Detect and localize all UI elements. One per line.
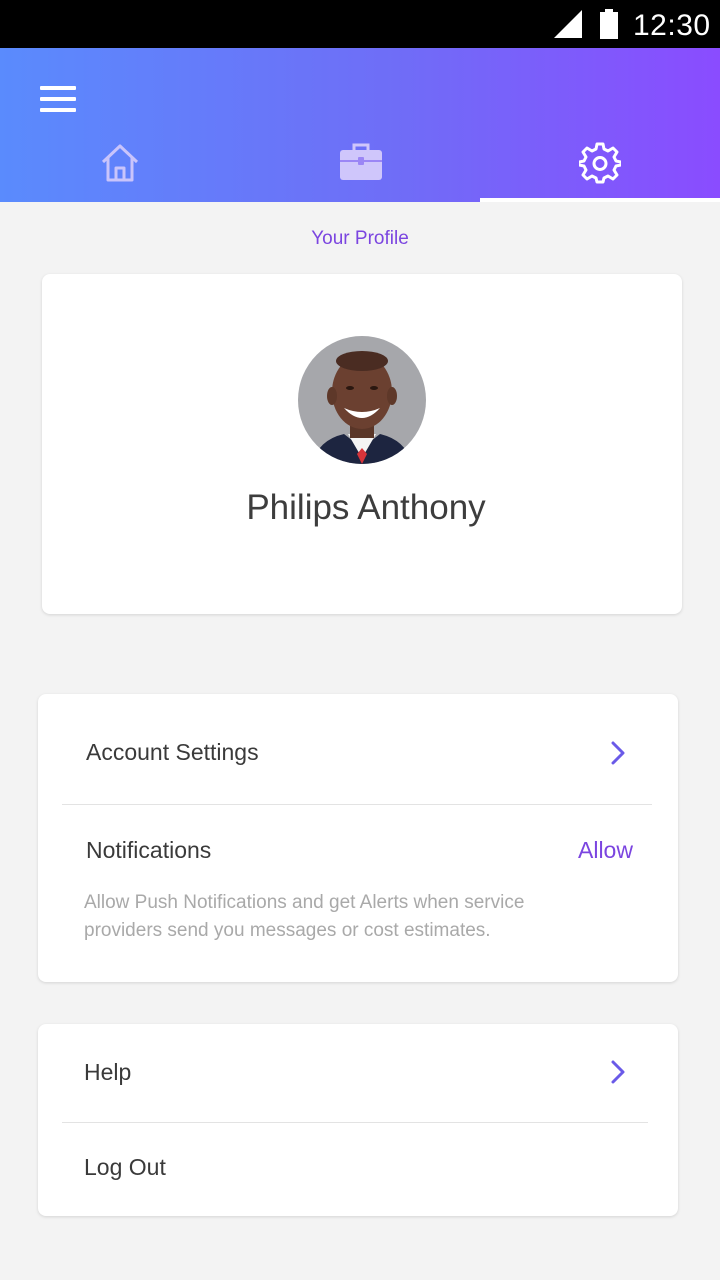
tab-work[interactable] [240, 140, 480, 202]
help-label: Help [84, 1059, 132, 1085]
tab-settings[interactable] [480, 140, 720, 202]
notifications-label: Notifications [86, 837, 212, 863]
briefcase-icon [340, 143, 382, 180]
avatar [298, 336, 426, 464]
profile-card: Philips Anthony [42, 274, 682, 614]
home-icon [101, 144, 139, 182]
signal-icon [554, 10, 582, 38]
profile-name: Philips Anthony [246, 488, 486, 527]
gear-icon [579, 142, 621, 184]
chevron-right-icon[interactable] [610, 740, 626, 766]
status-bar: 12:30 [0, 0, 720, 48]
hamburger-menu-icon[interactable] [40, 86, 76, 112]
notifications-description: Allow Push Notifications and get Alerts … [84, 892, 525, 941]
app-header [0, 48, 720, 202]
logout-button[interactable]: Log Out [84, 1154, 166, 1181]
support-card: Help Log Out [38, 1024, 678, 1216]
help-row[interactable]: Help [38, 1024, 678, 1122]
page-title: Your Profile [311, 228, 409, 249]
battery-icon [600, 9, 618, 39]
account-settings-row[interactable]: Account Settings [38, 694, 678, 804]
settings-card: Account Settings Notifications Allow All… [38, 694, 678, 982]
active-tab-indicator [480, 198, 720, 202]
allow-notifications-button[interactable]: Allow [578, 837, 633, 864]
logout-row[interactable]: Log Out [38, 1123, 678, 1216]
chevron-right-icon[interactable] [610, 1059, 626, 1085]
tab-home[interactable] [0, 140, 240, 202]
user-avatar-photo [298, 336, 426, 464]
account-settings-label: Account Settings [86, 739, 259, 765]
divider [62, 804, 652, 805]
clock: 12:30 [633, 9, 711, 42]
